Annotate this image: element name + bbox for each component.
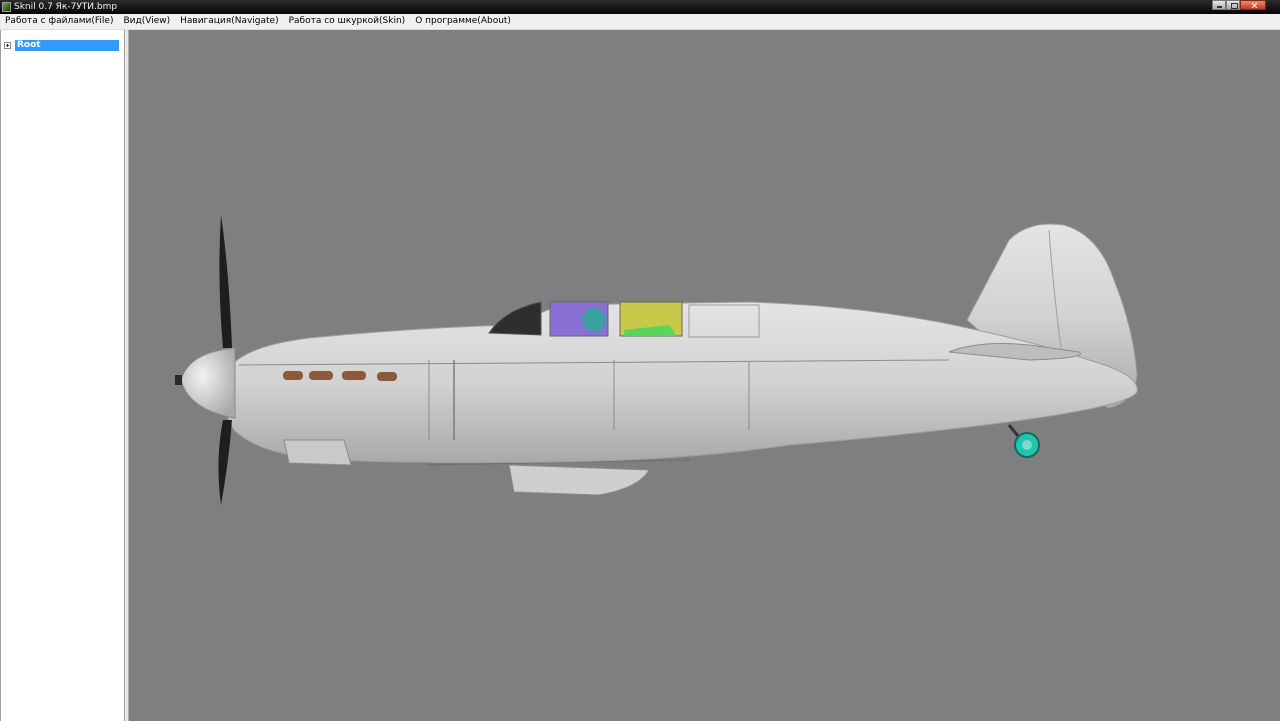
menu-view[interactable]: Вид(View) [118, 14, 175, 29]
menu-bar: Работа с файлами(File) Вид(View) Навигац… [0, 14, 1280, 30]
menu-navigate[interactable]: Навигация(Navigate) [175, 14, 283, 29]
spinner-tip [175, 375, 182, 385]
chin-intake [283, 439, 352, 466]
menu-about[interactable]: О программе(About) [410, 14, 516, 29]
belly-radiator [508, 464, 650, 496]
window-title: Sknil 0.7 Як-7УТИ.bmp [14, 2, 118, 12]
window-controls [1212, 0, 1266, 10]
app-icon [2, 2, 11, 12]
exhaust-4 [377, 372, 397, 381]
exhaust-1 [283, 371, 303, 380]
title-bar: Sknil 0.7 Як-7УТИ.bmp [0, 0, 1280, 14]
exhaust-2 [309, 371, 333, 380]
minimize-button[interactable] [1212, 0, 1226, 10]
propeller-blade-bottom [218, 420, 232, 505]
tailwheel-hub [1022, 440, 1032, 450]
menu-skin[interactable]: Работа со шкуркой(Skin) [284, 14, 411, 29]
tree-node-root[interactable]: Root [4, 40, 119, 51]
propeller-blade-top [219, 215, 232, 348]
spinner [180, 347, 236, 419]
menu-file[interactable]: Работа с файлами(File) [0, 14, 118, 29]
maximize-button[interactable] [1226, 0, 1240, 10]
close-button[interactable] [1240, 0, 1266, 10]
tree-panel[interactable]: Root [0, 30, 125, 721]
expand-plus-icon[interactable] [4, 42, 11, 49]
3d-viewport[interactable] [129, 30, 1280, 721]
pilot-head [582, 308, 606, 332]
canopy-windscreen [488, 301, 542, 336]
exhaust-3 [342, 371, 366, 380]
aircraft-model [175, 215, 1138, 505]
tree-node-label[interactable]: Root [15, 40, 119, 51]
